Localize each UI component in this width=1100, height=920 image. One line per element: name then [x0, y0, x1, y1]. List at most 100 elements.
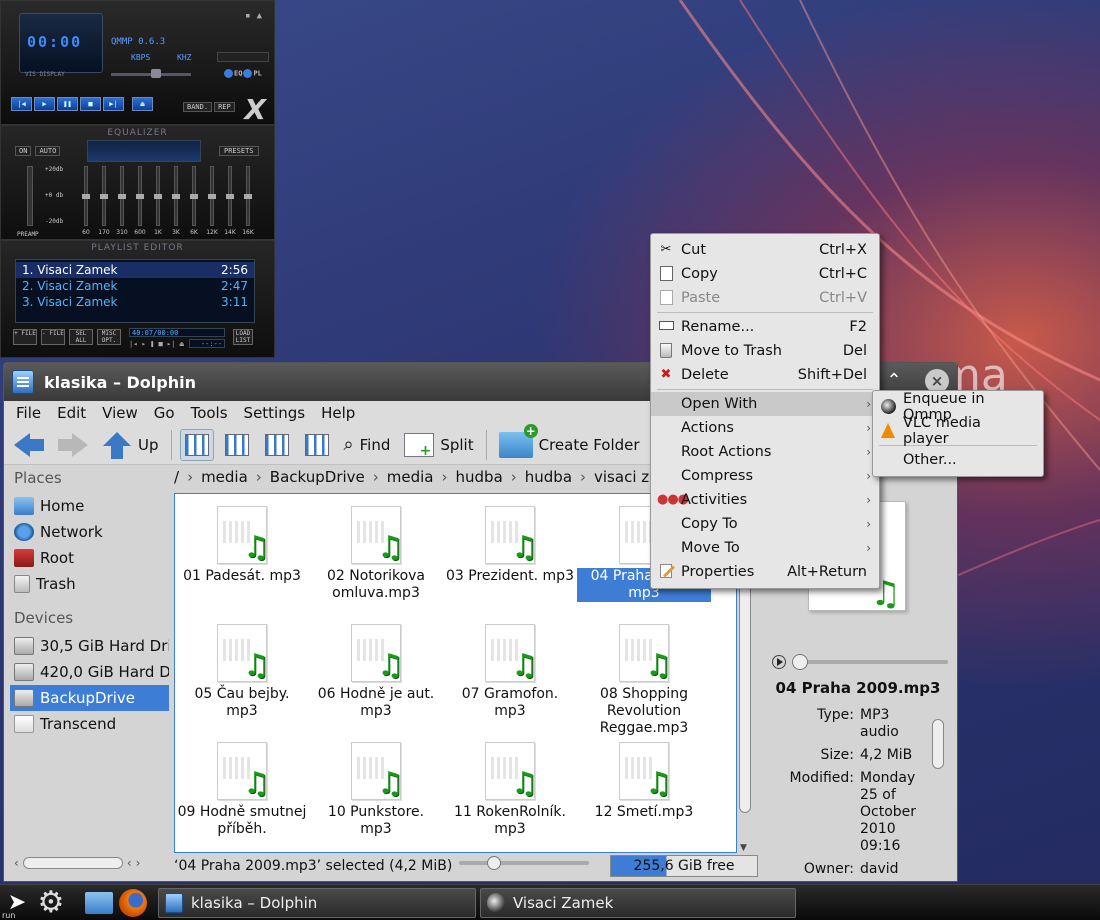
- add-file-button[interactable]: + FILE: [13, 329, 37, 345]
- create-folder-button[interactable]: Create Folder: [495, 423, 644, 463]
- menu-go[interactable]: Go: [154, 404, 175, 422]
- eq-band-slider[interactable]: 6K: [187, 166, 201, 236]
- file-item[interactable]: 02 Notorikova omluva.mp3: [309, 502, 443, 620]
- file-manager-launcher[interactable]: [82, 886, 116, 920]
- forward-button[interactable]: [54, 427, 92, 463]
- file-item[interactable]: 05 Čau bejby. mp3: [175, 620, 309, 738]
- repeat-button[interactable]: REP: [214, 102, 235, 112]
- file-item[interactable]: 11 RokenRolník. mp3: [443, 738, 577, 852]
- menu-file[interactable]: File: [16, 404, 41, 422]
- zoom-knob[interactable]: [487, 856, 501, 870]
- eq-auto-button[interactable]: AUTO: [35, 146, 61, 156]
- scroll-left-icon[interactable]: ‹: [127, 856, 132, 870]
- menu-item-move-to-trash[interactable]: Move to Trash Del: [651, 339, 879, 363]
- crumb-root[interactable]: /: [174, 468, 179, 486]
- playlist-row[interactable]: 3. Visaci Zamek 3:11: [16, 294, 254, 310]
- compact-view-button[interactable]: [220, 429, 254, 461]
- eq-band-slider[interactable]: 14K: [223, 166, 237, 236]
- zoom-slider[interactable]: [459, 856, 589, 870]
- split-button[interactable]: Split: [400, 427, 477, 463]
- places-horizontal-scrollbar[interactable]: ‹ ‹ ›: [14, 855, 164, 871]
- scroll-thumb[interactable]: [932, 719, 944, 769]
- crumb[interactable]: media: [201, 468, 248, 486]
- menu-item-rename[interactable]: Rename... F2: [651, 315, 879, 339]
- up-button[interactable]: Up: [98, 427, 163, 463]
- scroll-down-icon[interactable]: ▼: [740, 843, 747, 853]
- preamp-slider[interactable]: [27, 166, 33, 226]
- info-scrollbar[interactable]: [932, 707, 946, 867]
- eq-band-slider[interactable]: 60: [79, 166, 93, 236]
- previous-icon[interactable]: |◀: [11, 97, 32, 111]
- menu-view[interactable]: View: [102, 404, 138, 422]
- place-home[interactable]: Home: [10, 493, 169, 519]
- select-all-button[interactable]: SEL ALL: [69, 329, 93, 345]
- crumb[interactable]: hudba: [456, 468, 503, 486]
- menu-item-actions[interactable]: Actions ›: [651, 416, 879, 440]
- preview-seek-slider[interactable]: [792, 654, 948, 670]
- menu-item-delete[interactable]: ✖ Delete Shift+Del: [651, 363, 879, 387]
- details-view-button[interactable]: [260, 429, 294, 461]
- menu-settings[interactable]: Settings: [244, 404, 306, 422]
- playlist-mini-controls[interactable]: |◂ ▸ ❚ ■ ▸| ⏏: [129, 340, 184, 348]
- pause-icon[interactable]: ❚❚: [57, 97, 78, 111]
- menu-item-cut[interactable]: ✂ Cut Ctrl+X: [651, 238, 879, 262]
- menu-item-compress[interactable]: Compress ›: [651, 464, 879, 488]
- icons-view-button[interactable]: [179, 428, 214, 461]
- file-item[interactable]: 09 Hodně smutnej příběh.: [175, 738, 309, 852]
- menu-edit[interactable]: Edit: [57, 404, 86, 422]
- menu-item-vlc[interactable]: VLC media player: [873, 415, 1043, 447]
- menu-item-move-to[interactable]: Move To ›: [651, 536, 879, 560]
- menu-item-open-with[interactable]: Open With ›: [651, 392, 879, 416]
- menu-item-activities[interactable]: ●●● Activities ›: [651, 488, 879, 512]
- presets-button[interactable]: PRESETS: [219, 146, 259, 156]
- play-icon[interactable]: ▶: [34, 97, 55, 111]
- misc-options-button[interactable]: MISC OPT.: [97, 329, 121, 345]
- menu-item-properties[interactable]: Properties Alt+Return: [651, 560, 879, 584]
- crumb[interactable]: BackupDrive: [270, 468, 365, 486]
- settings-gear-icon[interactable]: ⚙: [34, 885, 68, 920]
- eq-band-slider[interactable]: 3K: [169, 166, 183, 236]
- playlist-row[interactable]: 2. Visaci Zamek 2:47: [16, 278, 254, 294]
- eq-band-slider[interactable]: 600: [133, 166, 147, 236]
- file-item[interactable]: 10 Punkstore. mp3: [309, 738, 443, 852]
- band-button[interactable]: BAND.: [183, 102, 213, 112]
- next-icon[interactable]: ▶|: [103, 97, 124, 111]
- pl-toggle-icon[interactable]: [243, 69, 253, 78]
- eq-band-slider[interactable]: 12K: [205, 166, 219, 236]
- eq-band-slider[interactable]: 1K: [151, 166, 165, 236]
- eq-band-slider[interactable]: 310: [115, 166, 129, 236]
- playlist-row[interactable]: 1. Visaci Zamek 2:56: [16, 262, 254, 278]
- columns-view-button[interactable]: [300, 429, 334, 461]
- load-list-button[interactable]: LOAD LIST: [233, 329, 253, 345]
- crumb[interactable]: media: [387, 468, 434, 486]
- stop-icon[interactable]: ■: [80, 97, 101, 111]
- menu-item-other[interactable]: Other...: [873, 448, 1043, 472]
- device-backupdrive[interactable]: BackupDrive: [10, 685, 169, 711]
- menu-tools[interactable]: Tools: [191, 404, 228, 422]
- eq-toggle-icon[interactable]: [224, 69, 233, 78]
- file-item[interactable]: 06 Hodně je aut. mp3: [309, 620, 443, 738]
- run-launcher[interactable]: ➤ run: [0, 886, 34, 920]
- volume-knob[interactable]: [151, 69, 161, 78]
- crumb[interactable]: hudba: [525, 468, 572, 486]
- place-network[interactable]: Network: [10, 519, 169, 545]
- qmmp-window-buttons[interactable]: ▪▲: [245, 11, 268, 21]
- back-button[interactable]: [10, 427, 48, 463]
- eq-on-button[interactable]: ON: [15, 146, 32, 156]
- dolphin-app-icon[interactable]: [12, 370, 34, 394]
- device-transcend[interactable]: Transcend: [10, 711, 169, 737]
- find-button[interactable]: ⌕ Find: [340, 427, 395, 463]
- play-icon[interactable]: [772, 655, 786, 669]
- scroll-track[interactable]: [22, 857, 123, 869]
- eq-band-slider[interactable]: 16K: [241, 166, 255, 236]
- eq-band-slider[interactable]: 170: [97, 166, 111, 236]
- menu-item-copy[interactable]: Copy Ctrl+C: [651, 262, 879, 286]
- device-hdd-30[interactable]: 30,5 GiB Hard Drive: [10, 633, 169, 659]
- place-trash[interactable]: Trash: [10, 571, 169, 597]
- firefox-launcher[interactable]: [116, 886, 150, 920]
- eq-pl-toggles[interactable]: EQ PL: [223, 69, 262, 78]
- file-item[interactable]: 03 Prezident. mp3: [443, 502, 577, 620]
- eject-icon[interactable]: ⏏: [132, 97, 153, 111]
- task-dolphin[interactable]: klasika – Dolphin: [158, 887, 476, 918]
- file-item[interactable]: 07 Gramofon. mp3: [443, 620, 577, 738]
